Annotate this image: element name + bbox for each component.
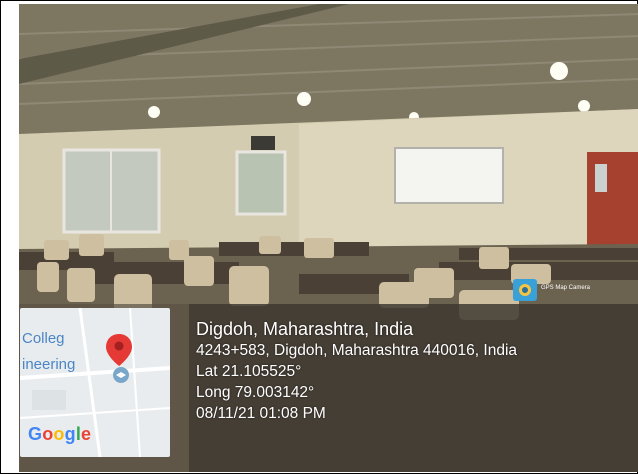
datetime-text: 08/11/21 01:08 PM [196,405,326,422]
location-title: Digdoh, Maharashtra, India [196,319,414,339]
map-pin-icon [106,334,132,366]
map-thumbnail: Colleg ineering Google [20,308,170,457]
google-letter: G [28,424,43,444]
gps-map-camera-badge: GPS Map Camera [511,279,615,301]
google-letter: e [81,424,92,444]
badge-text: GPS Map Camera [541,285,591,291]
location-overlay: Digdoh, Maharashtra, India 4243+583, Dig… [196,318,517,424]
google-wordmark: Google [28,424,91,444]
longitude-text: Long 79.003142° [196,384,315,401]
camera-icon [513,279,537,301]
google-letter: o [53,424,65,444]
image-frame: Colleg ineering Google GPS Map Camera Di… [0,0,638,474]
google-letter: o [42,424,54,444]
latitude-text: Lat 21.105525° [196,363,302,380]
map-label-engineering: ineering [22,356,76,373]
map-label-college: Colleg [22,330,65,347]
google-letter: g [64,424,76,444]
google-logo: Google [28,424,91,445]
school-icon [113,367,129,383]
location-address: 4243+583, Digdoh, Maharashtra 440016, In… [196,342,518,359]
